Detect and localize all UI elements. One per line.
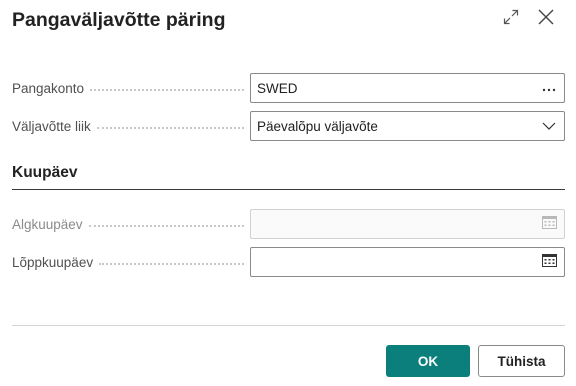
start-date-label: Algkuupäev [12,216,89,232]
statement-type-row: Väljavõtte liik Päevalõpu väljavõte [12,111,565,141]
start-date-row: Algkuupäev [12,209,565,239]
statement-type-select[interactable]: Päevalõpu väljavõte [250,111,565,141]
leader-dots [96,127,244,129]
bank-account-field[interactable]: SWED [250,73,565,103]
expand-button[interactable] [498,6,524,32]
section-divider [12,189,565,190]
bank-account-value[interactable]: SWED [251,81,534,96]
close-icon [537,8,555,31]
section-title-date: Kuupäev [12,164,78,181]
end-date-calendar-button[interactable] [534,248,564,276]
chevron-down-icon [542,117,556,135]
bank-account-label: Pangakonto [12,80,91,96]
start-date-calendar-button[interactable] [534,210,564,238]
cancel-button[interactable]: Tühista [478,345,565,377]
statement-type-label-wrap: Väljavõtte liik [12,111,244,141]
end-date-row: Lõppkuupäev [12,247,565,277]
end-date-field[interactable] [250,247,565,277]
close-button[interactable] [533,6,559,32]
calendar-icon [541,215,557,234]
expand-icon [503,9,519,30]
ellipsis-icon [542,79,556,97]
bank-account-row: Pangakonto SWED [12,73,565,103]
leader-dots [99,263,244,265]
ok-button[interactable]: OK [386,345,470,377]
calendar-icon [541,253,557,272]
footer-divider [12,325,565,326]
dialog-title: Pangaväljavõtte päring [12,9,226,31]
end-date-label: Lõppkuupäev [12,254,100,270]
statement-type-value[interactable]: Päevalõpu väljavõte [251,119,534,134]
statement-type-label: Väljavõtte liik [12,118,97,134]
start-date-field[interactable] [250,209,565,239]
lookup-button[interactable] [534,74,564,102]
bank-account-label-wrap: Pangakonto [12,73,244,103]
dropdown-button[interactable] [534,112,564,140]
start-date-label-wrap: Algkuupäev [12,209,244,239]
leader-dots [90,89,244,91]
bank-statement-request-dialog: Pangaväljavõtte päring Pangakonto SWED V… [0,0,576,386]
leader-dots [88,225,244,227]
end-date-label-wrap: Lõppkuupäev [12,247,244,277]
